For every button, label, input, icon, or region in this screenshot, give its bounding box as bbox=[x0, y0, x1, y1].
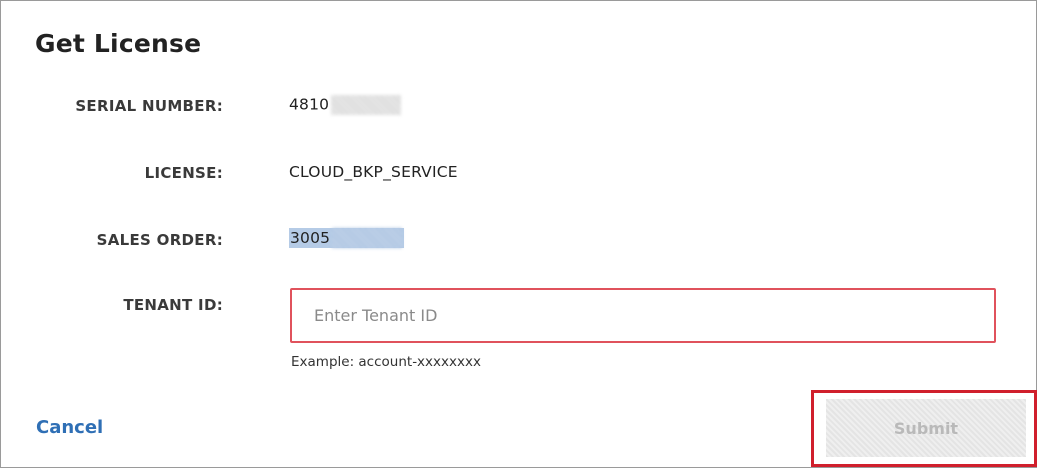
redaction-blur bbox=[332, 228, 403, 248]
submit-button[interactable]: Submit bbox=[826, 399, 1026, 457]
license-label: LICENSE: bbox=[144, 164, 223, 182]
cancel-button[interactable]: Cancel bbox=[36, 417, 103, 438]
tenant-id-hint: Example: account-xxxxxxxx bbox=[291, 354, 481, 370]
redaction-blur bbox=[331, 95, 402, 115]
tenant-id-input[interactable] bbox=[290, 288, 996, 343]
tenant-id-label: TENANT ID: bbox=[123, 296, 223, 314]
license-value: CLOUD_BKP_SERVICE bbox=[289, 163, 458, 181]
get-license-dialog: Get License SERIAL NUMBER: 4810 LICENSE:… bbox=[0, 0, 1037, 468]
serial-number-label: SERIAL NUMBER: bbox=[75, 97, 223, 115]
sales-order-text: 3005 bbox=[290, 228, 331, 247]
dialog-title: Get License bbox=[35, 29, 202, 58]
sales-order-selection: 3005 bbox=[289, 227, 405, 248]
serial-number-text: 4810 bbox=[289, 95, 330, 114]
sales-order-label: SALES ORDER: bbox=[96, 231, 223, 249]
sales-order-value: 3005 bbox=[289, 227, 405, 248]
serial-number-value: 4810 bbox=[289, 95, 402, 115]
